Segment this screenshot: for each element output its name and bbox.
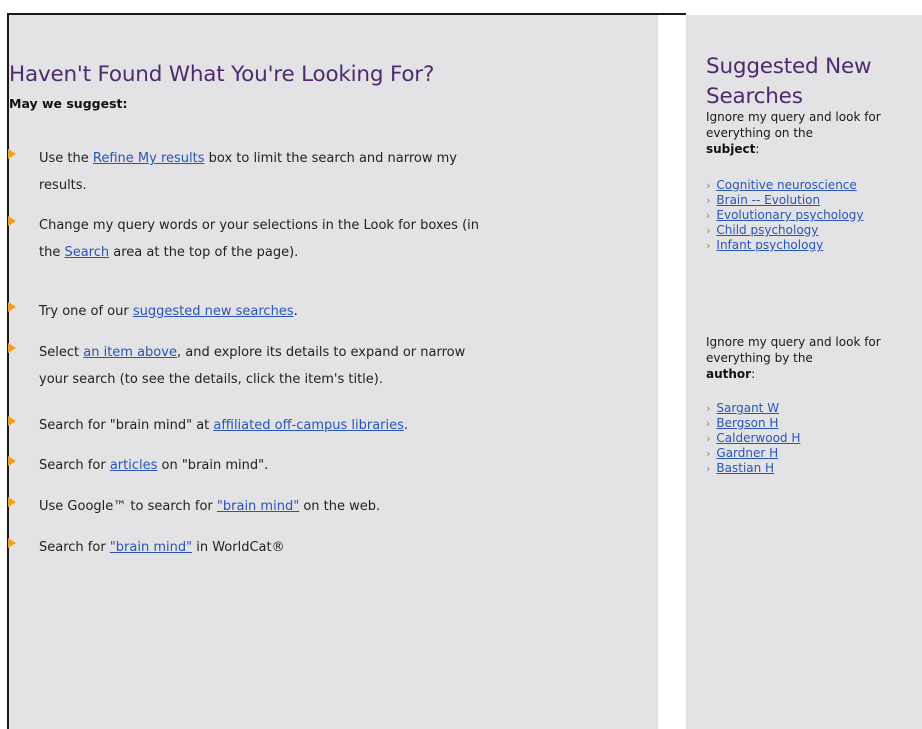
chevron-right-icon: ›	[706, 194, 711, 207]
list-item: › Child psychology	[706, 223, 922, 238]
suggested-new-searches-link[interactable]: suggested new searches	[133, 304, 294, 319]
google-search-link[interactable]: "brain mind"	[217, 499, 299, 514]
list-item: Try one of our suggested new searches.	[8, 298, 629, 325]
subject-intro-text: Ignore my query and look for everything …	[706, 110, 881, 140]
list-item-text: Try one of our	[39, 304, 133, 319]
author-colon: :	[751, 367, 756, 381]
list-item: Search for articles on "brain mind".	[8, 452, 629, 479]
list-item: › Gardner H	[706, 446, 922, 461]
item-above-link[interactable]: an item above	[83, 345, 177, 360]
suggestions-panel: Haven't Found What You're Looking For? M…	[7, 13, 658, 729]
list-item-text: Use the	[39, 151, 93, 166]
list-item-text: results.	[39, 178, 87, 193]
list-item: Search for "brain mind" at affiliated of…	[8, 412, 629, 439]
articles-link[interactable]: articles	[110, 458, 158, 473]
subject-link[interactable]: Child psychology	[716, 223, 818, 237]
list-item: Use Google™ to search for "brain mind" o…	[8, 493, 629, 520]
list-item: Use the Refine My results box to limit t…	[8, 145, 629, 199]
refine-my-results-link[interactable]: Refine My results	[93, 151, 205, 166]
list-item-text: box to limit the search and narrow my	[204, 151, 458, 166]
bullet-icon	[8, 302, 16, 312]
author-intro-text: Ignore my query and look for everything …	[706, 335, 881, 365]
list-item-text: Change my query words or your selections…	[39, 218, 480, 233]
subject-links: › Cognitive neuroscience › Brain -- Evolut…	[706, 178, 922, 253]
chevron-right-icon: ›	[706, 402, 711, 415]
author-link[interactable]: Gardner H	[716, 446, 778, 460]
subject-link[interactable]: Infant psychology	[716, 238, 823, 252]
list-item: › Sargant W	[706, 401, 922, 416]
list-item-text: .	[293, 304, 298, 319]
worldcat-search-link[interactable]: "brain mind"	[110, 540, 192, 555]
suggested-searches-panel: Suggested New Searches Ignore my query a…	[686, 15, 922, 729]
list-item-text: on "brain mind".	[157, 458, 269, 473]
bullet-icon	[8, 497, 16, 507]
list-item: Change my query words or your selections…	[8, 212, 629, 266]
list-item-text: your search (to see the details, click t…	[39, 372, 383, 387]
author-link[interactable]: Sargant W	[716, 401, 779, 415]
list-item-text: the	[39, 245, 65, 260]
chevron-right-icon: ›	[706, 447, 711, 460]
bullet-icon	[8, 538, 16, 548]
author-link[interactable]: Calderwood H	[716, 431, 800, 445]
list-item-text: Search for	[39, 540, 110, 555]
subheading: May we suggest:	[9, 96, 128, 111]
list-item: › Calderwood H	[706, 431, 922, 446]
list-item-text: Select	[39, 345, 84, 360]
subject-label: subject	[706, 142, 756, 156]
bullet-icon	[8, 416, 16, 426]
search-area-link[interactable]: Search	[64, 245, 109, 260]
list-item: Search for "brain mind" in WorldCat®	[8, 534, 629, 561]
subject-colon: :	[755, 142, 760, 156]
bullet-icon	[8, 149, 16, 159]
list-item: › Cognitive neuroscience	[706, 178, 922, 193]
list-item-text: .	[403, 418, 409, 433]
list-item-text: , and explore its details to expand or n…	[176, 345, 466, 360]
author-links: › Sargant W › Bergson H › Calderwood H › Gar…	[706, 401, 922, 476]
chevron-right-icon: ›	[706, 432, 711, 445]
chevron-right-icon: ›	[706, 224, 711, 237]
chevron-right-icon: ›	[706, 239, 711, 252]
list-item-text: Search for "brain mind" at	[39, 418, 214, 433]
subject-intro: Ignore my query and look for everything …	[706, 109, 922, 157]
subject-link[interactable]: Cognitive neuroscience	[716, 178, 856, 192]
divider	[658, 13, 686, 15]
bullet-icon	[8, 216, 16, 226]
chevron-right-icon: ›	[706, 179, 711, 192]
author-link[interactable]: Bastian H	[716, 461, 774, 475]
affiliated-libraries-link[interactable]: affiliated off-campus libraries	[213, 418, 404, 433]
chevron-right-icon: ›	[706, 209, 711, 222]
list-item-text: Search for	[39, 458, 110, 473]
side-title: Suggested New Searches	[706, 54, 872, 109]
list-item-text: in WorldCat®	[192, 540, 285, 555]
author-intro: Ignore my query and look for everything …	[706, 334, 922, 382]
list-item-text: area at the top of the page).	[109, 245, 299, 260]
list-item: Select an item above, and explore its de…	[8, 339, 629, 393]
subject-link[interactable]: Brain -- Evolution	[716, 193, 820, 207]
list-item: › Bergson H	[706, 416, 922, 431]
subject-link[interactable]: Evolutionary psychology	[716, 208, 863, 222]
author-label: author	[706, 367, 752, 381]
list-item: › Bastian H	[706, 461, 922, 476]
chevron-right-icon: ›	[706, 462, 711, 475]
bullet-icon	[8, 456, 16, 466]
list-item-text: Use Google™ to search for	[39, 499, 217, 514]
list-item: › Infant psychology	[706, 238, 922, 253]
list-item: › Brain -- Evolution	[706, 193, 922, 208]
list-item-text: on the web.	[299, 499, 381, 514]
bullet-icon	[8, 343, 16, 353]
list-item: › Evolutionary psychology	[706, 208, 922, 223]
page-title: Haven't Found What You're Looking For?	[9, 62, 435, 87]
author-link[interactable]: Bergson H	[716, 416, 778, 430]
chevron-right-icon: ›	[706, 417, 711, 430]
